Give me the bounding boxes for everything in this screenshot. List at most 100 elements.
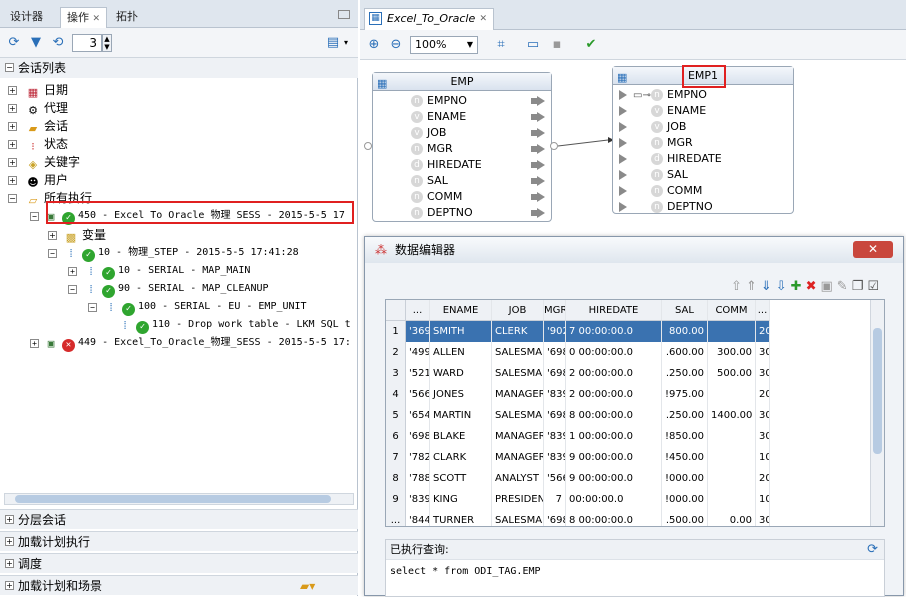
grid-cell[interactable]: 0 00:00:00.0 xyxy=(566,342,662,363)
grid-cell[interactable]: !975.00 xyxy=(662,384,708,405)
source-table-emp[interactable]: ▦ EMP n EMPNO v ENAME v JOB n MGR d HIREDATE n SAL n C… xyxy=(372,72,552,222)
grid-cell[interactable]: 30 xyxy=(756,342,770,363)
grid-cell[interactable]: SALESMAN xyxy=(492,363,544,384)
refresh-interval-input[interactable]: 3 xyxy=(72,34,102,52)
grid-cell[interactable] xyxy=(708,489,756,510)
grid-cell[interactable]: 10 xyxy=(756,447,770,468)
grid-cell[interactable]: !000.00 xyxy=(662,468,708,489)
grid-cell[interactable]: '839 xyxy=(544,384,566,405)
view-menu-icon[interactable]: ▤ xyxy=(324,34,342,52)
save-icon[interactable]: ▣ xyxy=(820,279,836,294)
grid-cell[interactable]: 1 00:00:00.0 xyxy=(566,426,662,447)
grid-cell[interactable]: '698 xyxy=(544,363,566,384)
grid-cell[interactable]: '566 xyxy=(406,384,430,405)
grid-cell[interactable]: 0.00 xyxy=(708,510,756,526)
grid-cell[interactable]: .600.00 xyxy=(662,342,708,363)
table-column[interactable]: d HIREDATE xyxy=(373,157,551,173)
data-grid[interactable]: ... ENAME JOB MGR HIREDATE SAL COMM... 1'369 SMI… xyxy=(385,299,885,527)
grid-cell[interactable]: .250.00 xyxy=(662,405,708,426)
grid-cell[interactable]: CLERK xyxy=(492,321,544,342)
grid-cell[interactable]: 20 xyxy=(756,468,770,489)
close-icon[interactable]: ✕ xyxy=(479,9,487,29)
grid-cell[interactable] xyxy=(708,447,756,468)
grid-cell[interactable]: CLARK xyxy=(430,447,492,468)
column-header[interactable]: MGR xyxy=(544,300,566,321)
grid-cell[interactable]: PRESIDENT xyxy=(492,489,544,510)
grid-cell[interactable]: 1400.00 xyxy=(708,405,756,426)
grid-cell[interactable]: '566 xyxy=(544,468,566,489)
grid-cell[interactable]: 500.00 xyxy=(708,363,756,384)
refresh-icon[interactable]: ⟳ xyxy=(867,542,878,557)
grid-cell[interactable]: 30 xyxy=(756,363,770,384)
table-column[interactable]: v JOB xyxy=(373,125,551,141)
delete-row-icon[interactable]: ✖ xyxy=(806,279,821,294)
validate-icon[interactable]: ✔ xyxy=(582,36,600,54)
table-column[interactable]: v JOB xyxy=(613,119,793,135)
grid-cell[interactable] xyxy=(708,426,756,447)
close-button[interactable]: ✕ xyxy=(853,241,893,258)
scrollbar-thumb[interactable] xyxy=(15,495,331,503)
table-column[interactable]: v ENAME xyxy=(613,103,793,119)
grid-cell[interactable]: 9 00:00:00.0 xyxy=(566,468,662,489)
zoom-in-icon[interactable]: ⊕ xyxy=(365,36,383,54)
grid-cell[interactable]: '902 xyxy=(544,321,566,342)
arrow-up-icon[interactable]: ⇑ xyxy=(746,279,761,294)
horizontal-scrollbar[interactable] xyxy=(4,493,354,505)
grid-cell[interactable]: SMITH xyxy=(430,321,492,342)
grid-cell[interactable]: KING xyxy=(430,489,492,510)
grid-cell[interactable]: SALESMAN xyxy=(492,342,544,363)
table-column[interactable]: ▭⊸ n EMPNO xyxy=(613,87,793,103)
grid-cell[interactable]: 2 00:00:00.0 xyxy=(566,384,662,405)
grid-cell[interactable]: 30 xyxy=(756,405,770,426)
grid-cell[interactable]: '698 xyxy=(544,405,566,426)
grid-cell[interactable]: ANALYST xyxy=(492,468,544,489)
grid-cell[interactable]: 30 xyxy=(756,426,770,447)
chevron-down-icon[interactable]: ▾ xyxy=(344,38,348,47)
table-column[interactable]: n SAL xyxy=(373,173,551,189)
grid-cell[interactable]: WARD xyxy=(430,363,492,384)
tab-excel-to-oracle[interactable]: ▦ Excel_To_Oracle ✕ xyxy=(364,8,494,30)
table-column[interactable]: n MGR xyxy=(373,141,551,157)
grid-cell[interactable]: '844 xyxy=(406,510,430,526)
section-load-plans-scenarios[interactable]: + 加载计划和场景 ▰▾ xyxy=(0,575,358,595)
grid-cell[interactable]: 7 xyxy=(544,489,566,510)
minimize-icon[interactable] xyxy=(338,10,350,19)
grid-cell[interactable]: 8 00:00:00.0 xyxy=(566,510,662,526)
arrow-down-last-icon[interactable]: ⇩ xyxy=(776,279,791,294)
grid-cell[interactable]: 9 00:00:00.0 xyxy=(566,447,662,468)
grid-cell[interactable]: 30 xyxy=(756,510,770,526)
table-column[interactable]: n DEPTNO xyxy=(613,199,793,215)
grid-cell[interactable]: 20 xyxy=(756,321,770,342)
target-table-emp1[interactable]: ▦ EMP1 ▭⊸ n EMPNO v ENAME v JOB n MGR d HIREDATE n SA… xyxy=(612,66,794,214)
grid-cell[interactable]: 00:00:00.0 xyxy=(566,489,662,510)
grid-cell[interactable]: !450.00 xyxy=(662,447,708,468)
fit-icon[interactable]: ⌗ xyxy=(492,36,510,54)
table-column[interactable]: n EMPNO xyxy=(373,93,551,109)
zoom-select[interactable]: 100% ▼ xyxy=(410,36,478,54)
grid-cell[interactable] xyxy=(708,384,756,405)
grid-cell[interactable]: '782 xyxy=(406,447,430,468)
table-column[interactable]: n SAL xyxy=(613,167,793,183)
column-header[interactable]: ... xyxy=(406,300,430,321)
session-list-header[interactable]: − 会话列表 xyxy=(0,58,358,78)
grid-cell[interactable] xyxy=(708,468,756,489)
grid-cell[interactable]: '698 xyxy=(544,342,566,363)
grid-cell[interactable]: 7 00:00:00.0 xyxy=(566,321,662,342)
grid-cell[interactable]: '654 xyxy=(406,405,430,426)
collapse-icon[interactable]: − xyxy=(5,63,14,72)
grid-cell[interactable]: '839 xyxy=(544,447,566,468)
table-column[interactable]: n COMM xyxy=(613,183,793,199)
folder-menu-icon[interactable]: ▰▾ xyxy=(300,576,315,596)
grid-cell[interactable]: MANAGER xyxy=(492,426,544,447)
grid-cell[interactable]: JONES xyxy=(430,384,492,405)
grid-cell[interactable]: TURNER xyxy=(430,510,492,526)
auto-refresh-icon[interactable]: ⟲ xyxy=(49,34,67,52)
vertical-scrollbar[interactable] xyxy=(870,300,884,526)
arrow-down-icon[interactable]: ⇓ xyxy=(761,279,776,294)
grid-cell[interactable]: ALLEN xyxy=(430,342,492,363)
grid-cell[interactable]: .500.00 xyxy=(662,510,708,526)
close-icon[interactable]: ✕ xyxy=(93,14,101,24)
column-header[interactable]: HIREDATE xyxy=(566,300,662,321)
section-hierarchical-sessions[interactable]: + 分层会话 xyxy=(0,509,358,529)
tab-designer[interactable]: 设计器 xyxy=(4,7,49,28)
